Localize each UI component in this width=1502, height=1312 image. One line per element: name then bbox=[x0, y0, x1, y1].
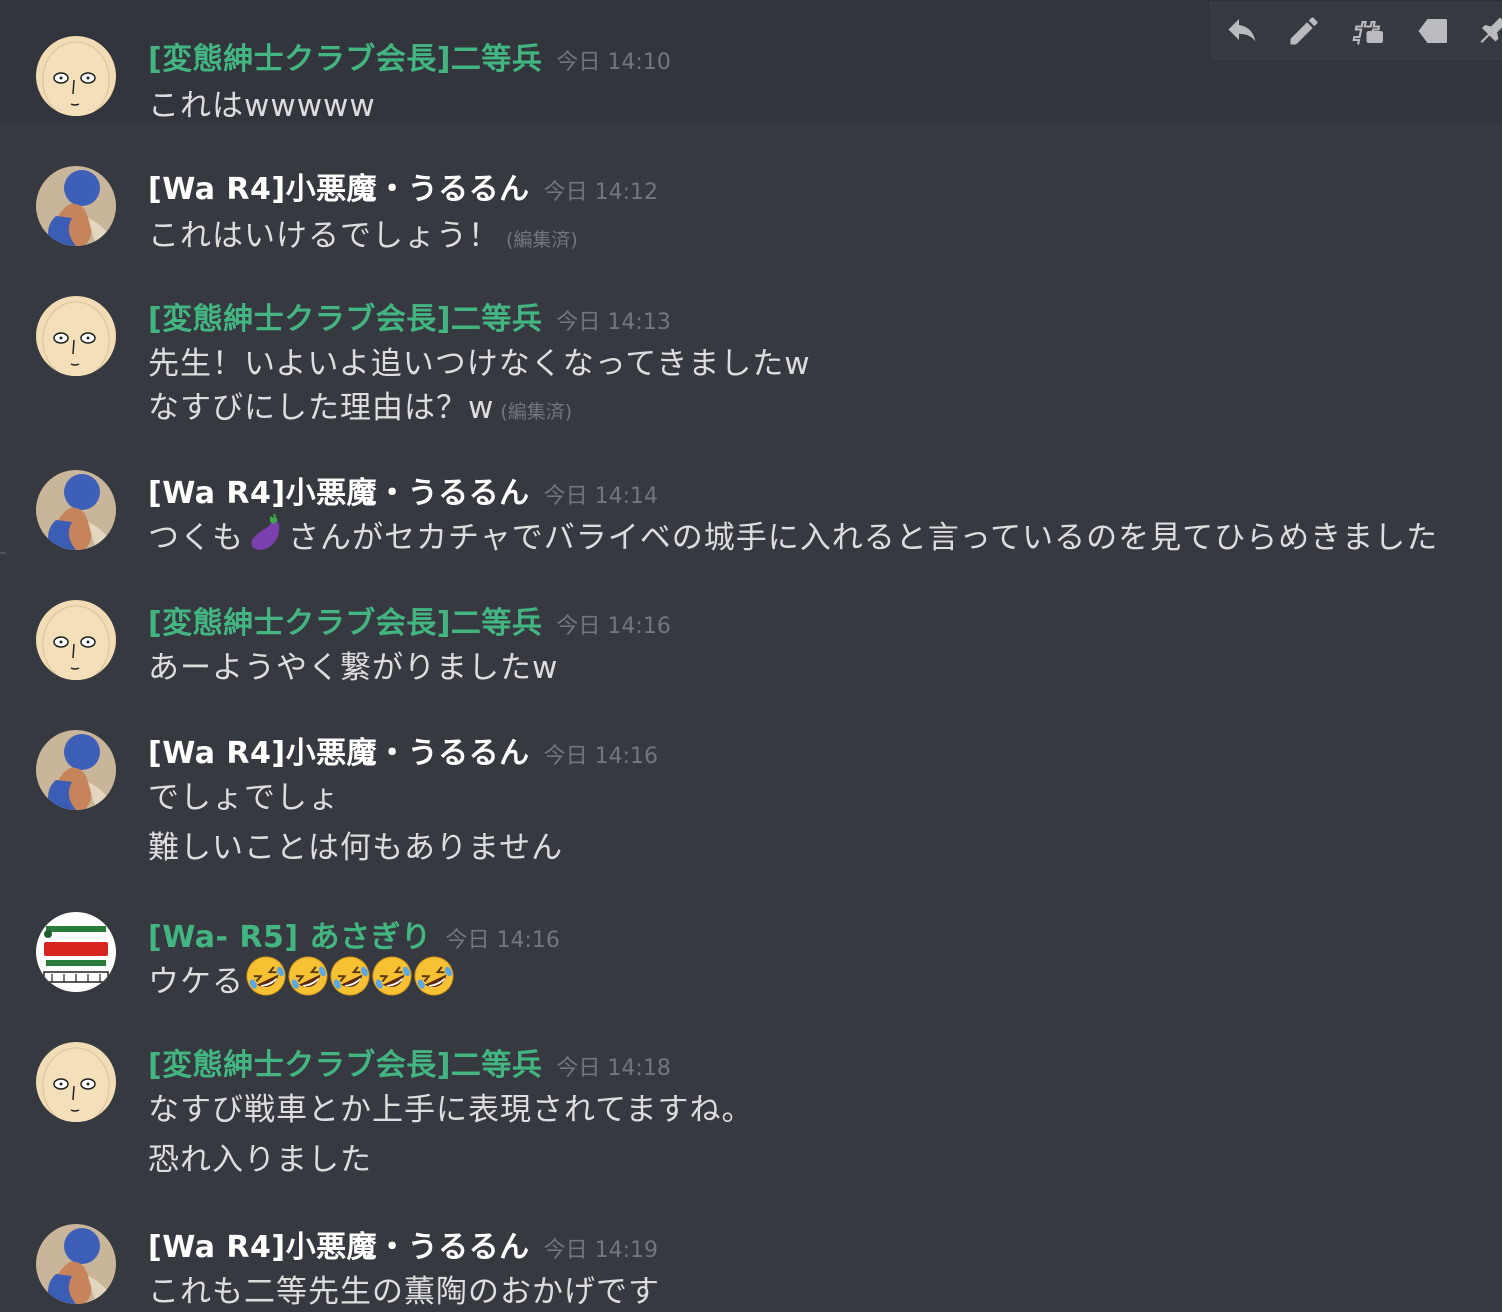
thread-icon bbox=[1352, 20, 1383, 45]
message-text-content: つくも bbox=[148, 520, 244, 556]
anime-girl-icon bbox=[36, 166, 116, 246]
message-item[interactable]: [変態紳士クラブ会長]二等兵 今日 14:13 先生！いよいよ追いつけなくなってき… bbox=[0, 254, 1502, 444]
timestamp[interactable]: 今日 14:13 bbox=[556, 310, 670, 335]
avatar-bald-man[interactable] bbox=[36, 36, 116, 116]
rolling-on-floor-laughing-emoji bbox=[370, 954, 414, 1006]
message-text-content: なすびにした理由は？w bbox=[148, 390, 495, 426]
message-item[interactable]: [Wa- R5] あさぎり 今日 14:16 ウケる bbox=[0, 888, 1502, 1018]
message-text: でしょでしょ bbox=[148, 780, 340, 816]
avatar-anime-girl[interactable] bbox=[36, 730, 116, 810]
rolling-on-floor-laughing-emoji bbox=[412, 954, 456, 1006]
message-header: [Wa R4]小悪魔・うるるん 今日 14:16 bbox=[148, 728, 658, 772]
message-text: これも二等先生の薫陶のおかげです bbox=[148, 1274, 660, 1310]
username[interactable]: [変態紳士クラブ会長]二等兵 bbox=[148, 1048, 542, 1083]
edited-label: (編集済) bbox=[500, 401, 573, 423]
message-text: なすびにした理由は？w (編集済) bbox=[148, 382, 572, 427]
message-item[interactable]: [Wa R4]小悪魔・うるるん 今日 14:14 つくも さんがセカチャでバライベの… bbox=[0, 444, 1502, 574]
message-text: あーようやく繋がりましたw bbox=[148, 650, 559, 686]
eggplant-emoji bbox=[244, 510, 288, 562]
message-text: これはwwwww bbox=[148, 88, 376, 124]
timestamp[interactable]: 今日 14:12 bbox=[544, 180, 658, 205]
edit-button[interactable] bbox=[1281, 9, 1327, 53]
message-toolbar bbox=[1208, 0, 1502, 62]
bald-face-icon bbox=[36, 296, 116, 376]
username[interactable]: [Wa- R5] あさぎり bbox=[148, 920, 432, 955]
tag-icon bbox=[1418, 19, 1447, 43]
rolling-on-floor-laughing-emoji bbox=[286, 954, 330, 1006]
timestamp[interactable]: 今日 14:16 bbox=[544, 744, 658, 769]
tag-button[interactable] bbox=[1409, 9, 1455, 53]
pin-icon bbox=[1480, 17, 1502, 43]
avatar-bald-man[interactable] bbox=[36, 296, 116, 376]
message-header: [変態紳士クラブ会長]二等兵 今日 14:18 bbox=[148, 1040, 671, 1084]
username[interactable]: [Wa R4]小悪魔・うるるん bbox=[148, 172, 530, 207]
username[interactable]: [変態紳士クラブ会長]二等兵 bbox=[148, 302, 542, 337]
timestamp[interactable]: 今日 14:18 bbox=[556, 1056, 670, 1081]
username[interactable]: [Wa R4]小悪魔・うるるん bbox=[148, 1230, 530, 1265]
message-header: [Wa- R5] あさぎり 今日 14:16 bbox=[148, 912, 560, 956]
rolling-on-floor-laughing-emoji bbox=[244, 954, 288, 1006]
message-text: なすび戦車とか上手に表現されてますね。 bbox=[148, 1092, 754, 1128]
anime-girl-icon bbox=[36, 470, 116, 550]
avatar-anime-girl[interactable] bbox=[36, 470, 116, 550]
edited-label: (編集済) bbox=[506, 229, 578, 251]
pin-button[interactable] bbox=[1471, 9, 1502, 53]
bald-face-icon bbox=[36, 36, 116, 116]
message-header: [Wa R4]小悪魔・うるるん 今日 14:19 bbox=[148, 1222, 658, 1266]
message-header: [Wa R4]小悪魔・うるるん 今日 14:12 bbox=[148, 164, 658, 208]
create-thread-button[interactable] bbox=[1345, 9, 1391, 53]
reply-icon bbox=[1228, 19, 1256, 42]
milk-shop-logo-icon bbox=[36, 912, 116, 992]
timestamp[interactable]: 今日 14:10 bbox=[556, 50, 670, 75]
timestamp[interactable]: 今日 14:16 bbox=[446, 928, 560, 953]
message-text: 難しいことは何もありません bbox=[148, 830, 564, 866]
bald-face-icon bbox=[36, 1042, 116, 1122]
edit-icon bbox=[1290, 17, 1318, 45]
username[interactable]: [Wa R4]小悪魔・うるるん bbox=[148, 736, 530, 771]
message-item[interactable]: [Wa R4]小悪魔・うるるん 今日 14:16 でしょでしょ 難しいことは何もあ… bbox=[0, 704, 1502, 888]
timestamp[interactable]: 今日 14:19 bbox=[544, 1238, 658, 1263]
avatar-bald-man[interactable] bbox=[36, 600, 116, 680]
message-text: 先生！いよいよ追いつけなくなってきましたw bbox=[148, 346, 811, 382]
message-header: [変態紳士クラブ会長]二等兵 今日 14:16 bbox=[148, 598, 671, 642]
avatar-anime-girl[interactable] bbox=[36, 166, 116, 246]
reply-button[interactable] bbox=[1219, 9, 1265, 53]
message-text: つくも さんがセカチャでバライベの城手に入れると言っているのを見てひらめきました bbox=[148, 510, 1438, 562]
message-item[interactable]: [変態紳士クラブ会長]二等兵 今日 14:18 なすび戦車とか上手に表現されてます… bbox=[0, 1018, 1502, 1198]
message-header: [変態紳士クラブ会長]二等兵 今日 14:10 bbox=[148, 34, 671, 78]
avatar-bald-man[interactable] bbox=[36, 1042, 116, 1122]
message-text: これはいけるでしょう！ (編集済) bbox=[148, 210, 578, 255]
bald-face-icon bbox=[36, 600, 116, 680]
message-text-content: さんがセカチャでバライベの城手に入れると言っているのを見てひらめきました bbox=[288, 520, 1439, 556]
message-item[interactable]: [変態紳士クラブ会長]二等兵 今日 14:10 これはwwwww bbox=[0, 0, 1502, 124]
username[interactable]: [変態紳士クラブ会長]二等兵 bbox=[148, 42, 542, 77]
avatar-anime-girl[interactable] bbox=[36, 1224, 116, 1304]
anime-girl-icon bbox=[36, 730, 116, 810]
eggplant-icon bbox=[251, 513, 280, 550]
message-text: ウケる bbox=[148, 954, 456, 1006]
message-item[interactable]: [変態紳士クラブ会長]二等兵 今日 14:16 あーようやく繋がりましたw bbox=[0, 574, 1502, 704]
timestamp[interactable]: 今日 14:14 bbox=[544, 484, 658, 509]
message-item[interactable]: [Wa R4]小悪魔・うるるん 今日 14:12 これはいけるでしょう！ (編集済) bbox=[0, 124, 1502, 254]
username[interactable]: [変態紳士クラブ会長]二等兵 bbox=[148, 606, 542, 641]
emoji-group bbox=[244, 956, 456, 1000]
message-header: [変態紳士クラブ会長]二等兵 今日 14:13 bbox=[148, 294, 671, 338]
message-text: 恐れ入りました bbox=[148, 1142, 372, 1178]
anime-girl-icon bbox=[36, 1224, 116, 1304]
rolling-on-floor-laughing-emoji bbox=[328, 954, 372, 1006]
message-item[interactable]: [Wa R4]小悪魔・うるるん 今日 14:19 これも二等先生の薫陶のおかげです bbox=[0, 1198, 1502, 1312]
username[interactable]: [Wa R4]小悪魔・うるるん bbox=[148, 476, 530, 511]
message-header: [Wa R4]小悪魔・うるるん 今日 14:14 bbox=[148, 468, 658, 512]
timestamp[interactable]: 今日 14:16 bbox=[556, 614, 670, 639]
message-text-content: これはいけるでしょう！ bbox=[148, 218, 500, 254]
avatar-milk-shop[interactable] bbox=[36, 912, 116, 992]
message-text-content: ウケる bbox=[148, 964, 244, 1000]
